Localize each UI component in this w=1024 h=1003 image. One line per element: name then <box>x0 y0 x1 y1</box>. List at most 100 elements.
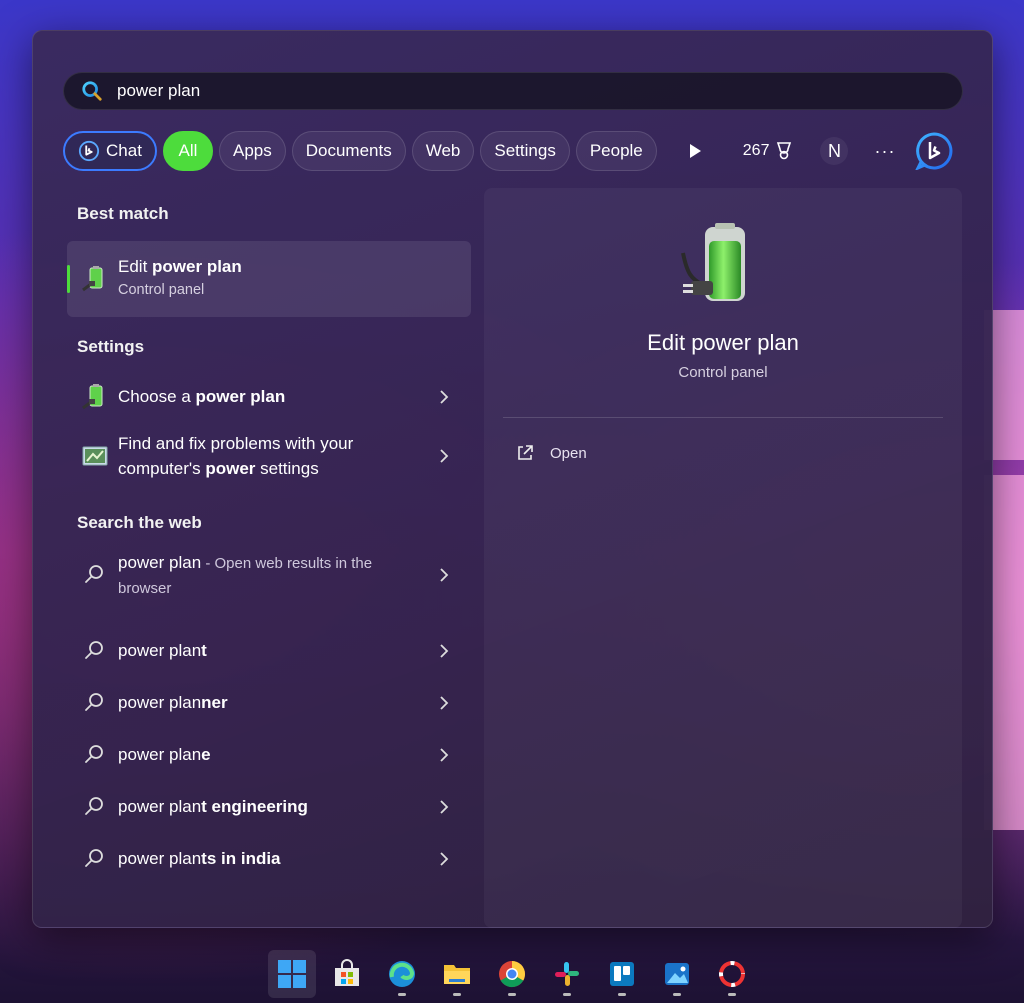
play-icon[interactable] <box>685 141 705 161</box>
best-match-prefix: Edit <box>118 257 153 276</box>
setting-choose-text: Choose a power plan <box>118 384 285 409</box>
suggestion-base: power plan <box>118 693 202 712</box>
file-explorer-icon <box>444 965 470 984</box>
apps-filter-button[interactable]: Apps <box>219 131 286 171</box>
battery-plug-icon <box>681 223 745 301</box>
best-match-item[interactable]: Edit power plan Control panel <box>67 241 471 317</box>
suggestion-bold: ner <box>201 693 228 712</box>
setting-troubleshoot-line2: computer's power settings <box>118 456 353 481</box>
suggestion-bold: e <box>201 745 211 764</box>
bing-chat-icon <box>78 140 100 162</box>
preview-pane: Edit power plan Control panel Open <box>484 188 962 928</box>
web-suggestion-text: power plane <box>118 742 211 767</box>
web-suggestion-text: power plants in india <box>118 846 281 871</box>
search-input[interactable] <box>117 81 877 101</box>
running-indicator <box>728 993 736 996</box>
chevron-right-icon <box>440 696 449 710</box>
photos-icon <box>665 963 689 985</box>
setting-choose-power-plan[interactable]: Choose a power plan <box>67 371 471 423</box>
photos-button[interactable] <box>653 950 701 998</box>
start-icon <box>278 960 306 988</box>
store-button[interactable] <box>323 950 371 998</box>
chevron-right-icon <box>440 852 449 866</box>
slack-button[interactable] <box>543 950 591 998</box>
rewards-points-value: 267 <box>742 142 770 159</box>
preview-title: Edit power plan <box>647 330 799 355</box>
file-explorer-button[interactable] <box>433 950 481 998</box>
setting-troubleshoot-power[interactable]: Find and fix problems with your computer… <box>67 424 471 488</box>
chevron-right-icon <box>440 390 449 404</box>
web-suggestion-text: power plant engineering <box>118 794 308 819</box>
settings-filter-button[interactable]: Settings <box>480 131 570 171</box>
selection-indicator <box>67 265 70 293</box>
web-suggestion-text: power planner <box>118 690 228 715</box>
avatar[interactable]: N <box>820 137 849 165</box>
documents-filter-button[interactable]: Documents <box>291 131 406 171</box>
search-icon <box>85 849 103 867</box>
edge-icon <box>389 961 415 987</box>
search-icon <box>82 81 102 101</box>
chevron-right-icon <box>440 449 449 463</box>
slack-icon <box>555 962 579 986</box>
filter-bar: Chat All Apps Documents Web Settings Peo… <box>63 130 963 172</box>
suggestion-base: power plan <box>118 641 202 660</box>
web-filter-button[interactable]: Web <box>411 131 475 171</box>
search-icon <box>85 565 103 583</box>
app-icon <box>719 961 745 987</box>
setting-troubleshoot-text: Find and fix problems with your computer… <box>118 431 353 481</box>
open-label: Open <box>550 444 587 462</box>
troubleshoot-icon <box>82 446 108 466</box>
avatar-initial: N <box>827 140 841 161</box>
running-indicator <box>453 993 461 996</box>
suggestion-base: power plan <box>118 745 202 764</box>
bing-icon[interactable] <box>915 132 953 170</box>
edge-button[interactable] <box>378 950 426 998</box>
chevron-right-icon <box>440 800 449 814</box>
web-suggestion[interactable]: power plant engineering <box>67 781 471 833</box>
open-action[interactable]: Open <box>516 444 587 462</box>
rewards-points[interactable]: 267 <box>743 141 795 161</box>
all-filter-button[interactable]: All <box>163 131 213 171</box>
open-external-icon <box>518 445 533 460</box>
search-icon <box>85 641 103 659</box>
search-icon <box>85 693 103 711</box>
web-suggestion[interactable]: power plane <box>67 729 471 781</box>
suggestion-bold: t engineering <box>201 797 308 816</box>
chevron-right-icon <box>440 748 449 762</box>
chrome-button[interactable] <box>488 950 536 998</box>
best-match-text: Edit power plan Control panel <box>118 254 242 301</box>
start-button[interactable] <box>268 950 316 998</box>
app-button[interactable] <box>708 950 756 998</box>
chat-filter-label: Chat <box>106 141 142 160</box>
search-box[interactable] <box>63 72 963 110</box>
web-result[interactable]: power plan - Open web results in the bro… <box>67 541 471 609</box>
search-web-heading: Search the web <box>77 513 202 532</box>
best-match-subtitle: Control panel <box>118 282 205 298</box>
store-icon <box>335 959 359 986</box>
battery-plug-icon <box>82 266 103 292</box>
apps-filter-label: Apps <box>233 141 272 160</box>
line2-suffix: settings <box>255 459 319 478</box>
best-match-bold: power plan <box>152 257 242 276</box>
more-options-button[interactable]: ··· <box>874 141 895 162</box>
search-icon <box>85 745 103 763</box>
web-result-query: power plan <box>118 553 202 572</box>
trello-button[interactable] <box>598 950 646 998</box>
battery-plug-icon <box>82 384 103 410</box>
divider <box>503 417 943 418</box>
search-panel: Chat All Apps Documents Web Settings Peo… <box>32 30 993 928</box>
web-suggestion[interactable]: power planner <box>67 677 471 729</box>
running-indicator <box>508 993 516 996</box>
settings-filter-label: Settings <box>494 141 556 160</box>
web-suggestion[interactable]: power plants in india <box>67 833 471 885</box>
chrome-icon <box>499 961 526 988</box>
running-indicator <box>618 993 626 996</box>
people-filter-button[interactable]: People <box>575 131 657 171</box>
web-suggestion[interactable]: power plant <box>67 625 471 677</box>
trophy-icon <box>777 142 792 160</box>
suggestion-base: power plan <box>118 849 202 868</box>
suggestion-base: power plan <box>118 797 202 816</box>
chat-filter-button[interactable]: Chat <box>63 131 157 171</box>
all-filter-label: All <box>178 141 198 160</box>
documents-filter-label: Documents <box>305 141 392 160</box>
